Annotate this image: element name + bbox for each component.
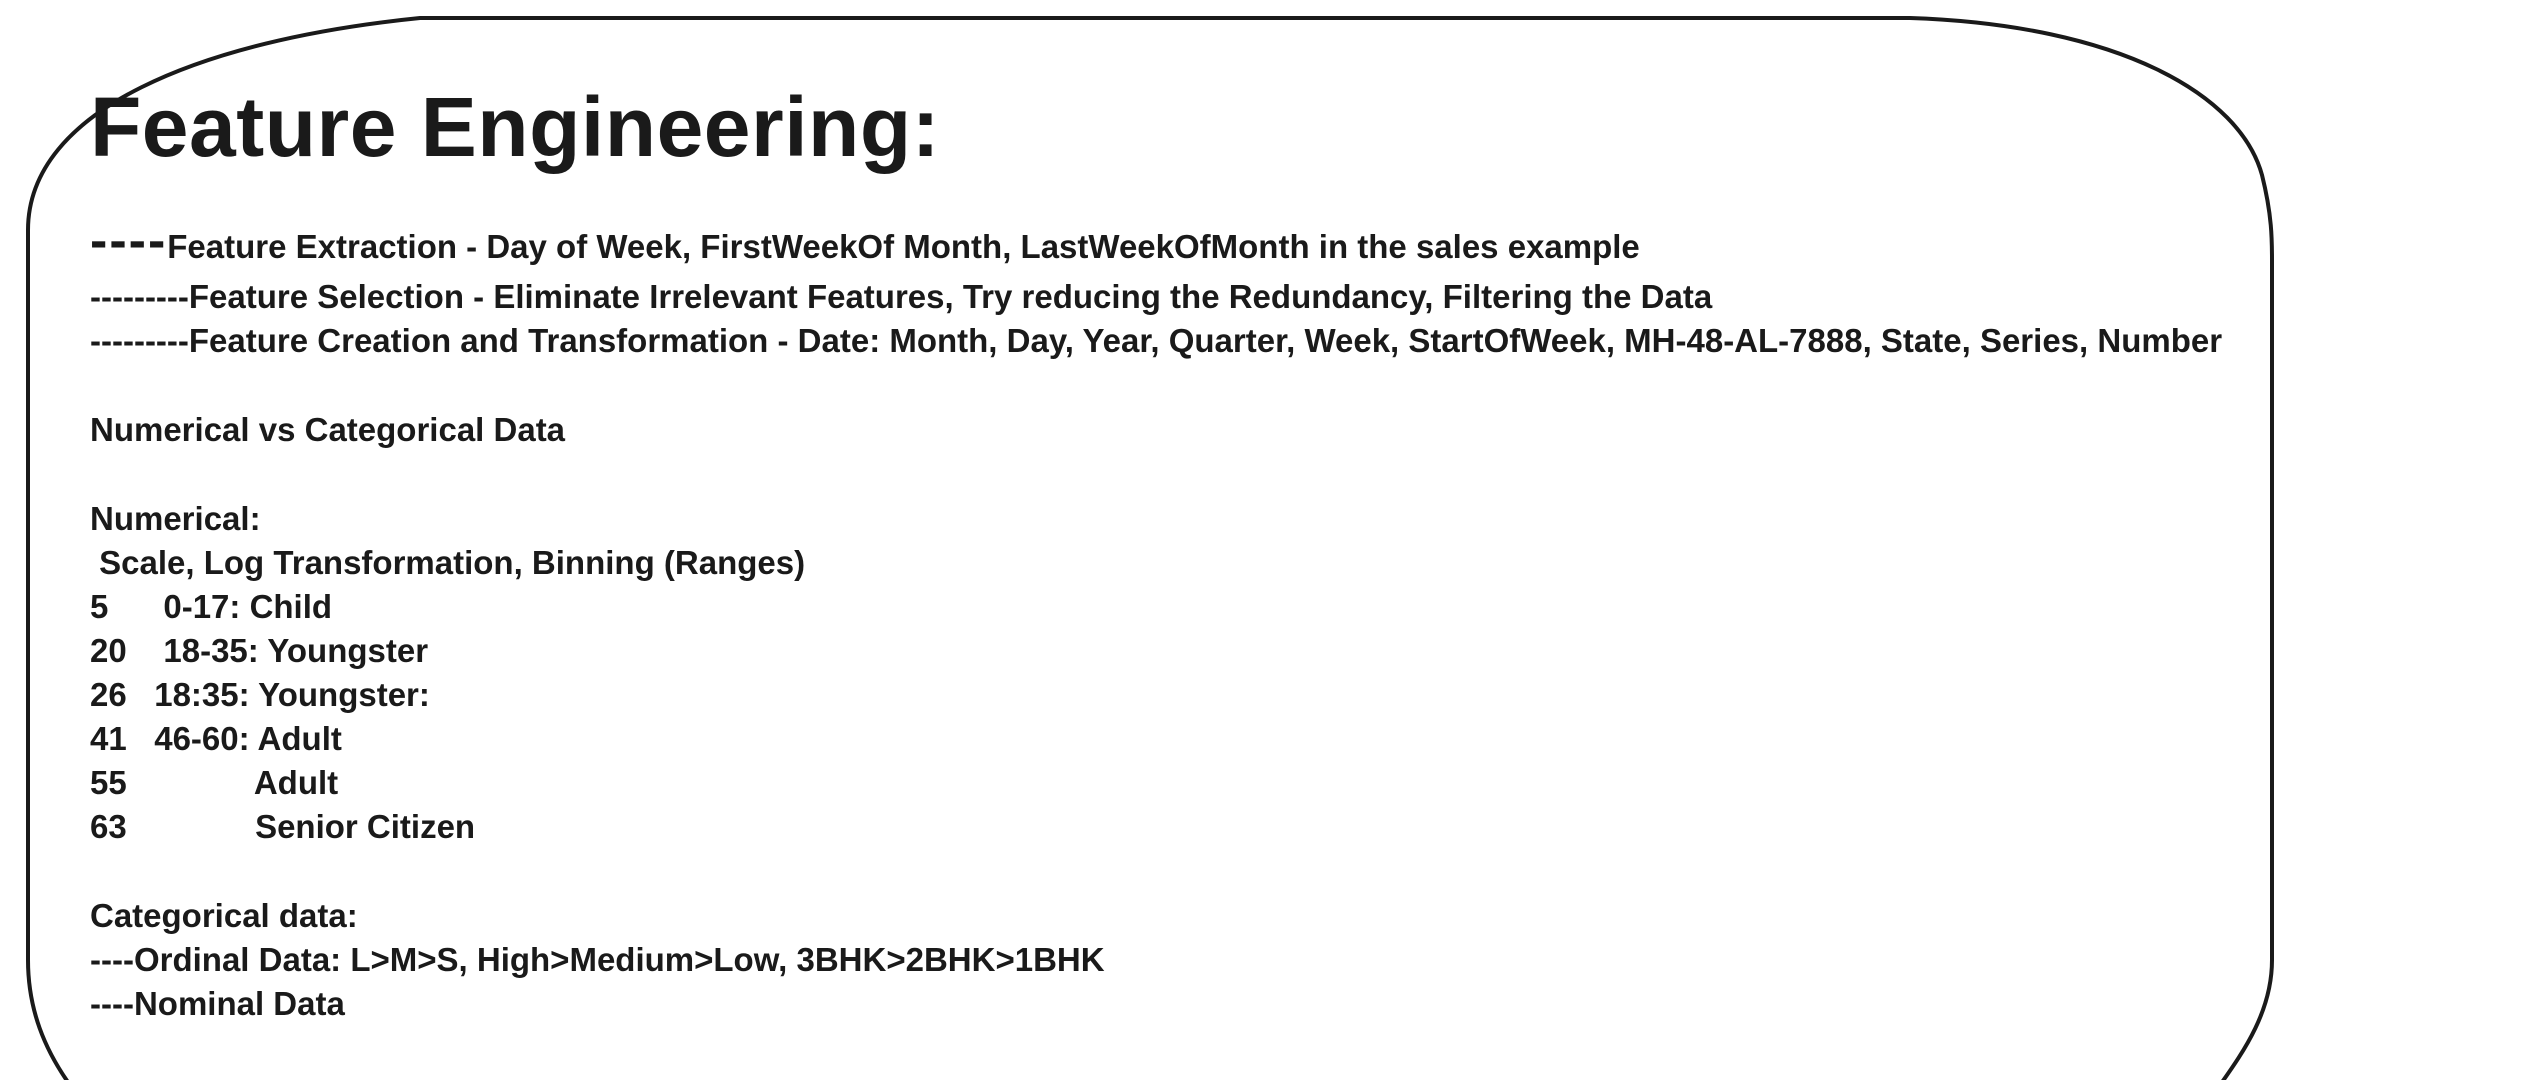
feature-creation-line: ---------Feature Creation and Transforma… [90, 322, 2223, 359]
nominal-data-line: ----Nominal Data [90, 985, 345, 1022]
age-row: 63 Senior Citizen [90, 808, 476, 845]
numerical-heading: Numerical: [90, 500, 261, 537]
dash-lead: ---- [90, 212, 168, 270]
feature-extraction-line: ----Feature Extraction - Day of Week, Fi… [90, 215, 2190, 269]
age-row: 26 18:35: Youngster: [90, 676, 430, 713]
categorical-heading: Categorical data: [90, 897, 358, 934]
numerical-methods: Scale, Log Transformation, Binning (Rang… [90, 544, 806, 581]
comparison-heading: Numerical vs Categorical Data [90, 411, 566, 448]
feature-extraction-text: Feature Extraction - Day of Week, FirstW… [167, 228, 1640, 265]
document-body: Feature Engineering: ----Feature Extract… [90, 80, 2223, 1026]
age-row: 20 18-35: Youngster [90, 632, 429, 669]
age-row: 55 Adult [90, 764, 339, 801]
age-row: 41 46-60: Adult [90, 720, 342, 757]
feature-selection-line: ---------Feature Selection - Eliminate I… [90, 278, 1713, 315]
ordinal-data-line: ----Ordinal Data: L>M>S, High>Medium>Low… [90, 941, 1105, 978]
age-row: 5 0-17: Child [90, 588, 333, 625]
page-title: Feature Engineering: [90, 80, 941, 174]
